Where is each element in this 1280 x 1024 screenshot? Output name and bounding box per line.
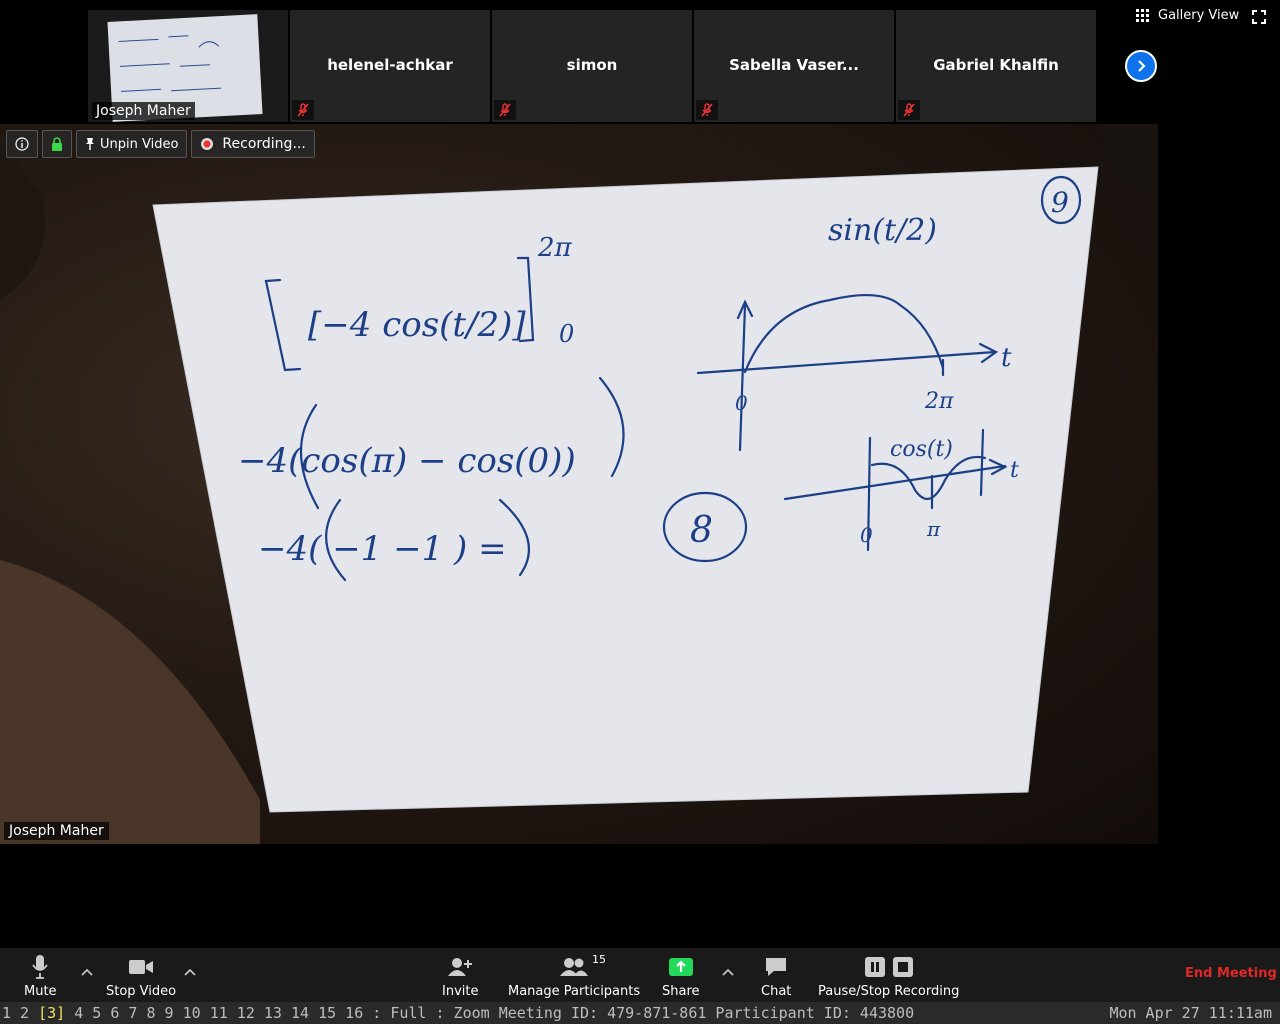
chat-button[interactable]: Chat (761, 952, 791, 999)
muted-mic-icon (494, 100, 516, 120)
muted-mic-icon (696, 100, 718, 120)
window-manager-status-bar: 1 2 [3] 4 5 6 7 8 9 10 11 12 13 14 15 16… (0, 1002, 1280, 1024)
share-screen-icon (668, 952, 694, 982)
participant-name: helenel-achkar (327, 56, 453, 74)
participant-count-badge: 15 (592, 953, 606, 966)
record-label: Pause/Stop Recording (818, 984, 960, 999)
whiteboard-video-frame: [−4 cos(t/2)] 2π 0 −4(cos(π) − cos(0)) −… (0, 124, 1158, 844)
meeting-info-button[interactable] (6, 130, 38, 158)
evaluation-step: −4(cos(π) − cos(0)) (238, 441, 576, 481)
graph2-axis-label: t (1010, 458, 1019, 483)
recording-label: Recording... (222, 136, 306, 152)
stop-video-button[interactable]: Stop Video (106, 952, 176, 999)
audio-options-caret[interactable] (77, 964, 97, 980)
video-camera-icon (128, 952, 154, 982)
invite-button[interactable]: Invite (442, 952, 478, 999)
chevron-up-icon (184, 968, 196, 976)
next-page-button[interactable] (1125, 50, 1157, 82)
participant-thumbnail-strip: Joseph Maher helenel-achkar simon Sabell… (0, 0, 1280, 124)
hand-silhouette (0, 560, 260, 844)
lock-icon (52, 136, 62, 151)
manage-participants-label: Manage Participants (508, 984, 641, 999)
unpin-video-label: Unpin Video (100, 136, 179, 152)
participant-tile[interactable]: helenel-achkar (290, 10, 490, 122)
background-object (0, 145, 45, 300)
participant-name: Sabella Vaser... (729, 56, 859, 74)
end-meeting-button[interactable]: End Meeting (1185, 966, 1277, 981)
chat-bubble-icon (764, 952, 788, 982)
recording-dot-icon (201, 138, 214, 150)
info-icon (15, 137, 29, 151)
chevron-up-icon (81, 968, 93, 976)
grid-icon (1136, 8, 1149, 22)
lower-limit: 0 (559, 320, 574, 348)
mute-button[interactable]: Mute (24, 952, 57, 999)
chevron-right-icon (1138, 60, 1146, 72)
graph2-title: cos(t) (890, 437, 953, 462)
self-tile-name: Joseph Maher (92, 102, 195, 120)
answer-value: 8 (690, 510, 713, 551)
share-screen-button[interactable]: Share (662, 952, 700, 999)
recording-indicator[interactable]: Recording... (191, 130, 315, 158)
workspace-list-post: 4 5 6 7 8 9 10 11 12 13 14 15 16 : Full … (65, 1004, 915, 1022)
invite-label: Invite (442, 984, 479, 999)
muted-mic-icon (292, 100, 314, 120)
muted-mic-icon (898, 100, 920, 120)
gallery-view-button[interactable]: Gallery View (1136, 8, 1239, 23)
main-video-feed: [−4 cos(t/2)] 2π 0 −4(cos(π) − cos(0)) −… (0, 124, 1158, 844)
stop-video-label: Stop Video (106, 984, 177, 999)
participant-tile[interactable]: Gabriel Khalfin (896, 10, 1096, 122)
microphone-icon (31, 952, 49, 982)
upper-limit: 2π (537, 233, 573, 263)
pause-icon (864, 957, 885, 977)
speaker-name-tag: Joseph Maher (4, 822, 109, 840)
meeting-controls-bar: Mute Stop Video Invite Manage Participan… (0, 948, 1280, 1002)
fullscreen-button[interactable] (1252, 9, 1266, 28)
manage-participants-button[interactable]: Manage Participants (508, 952, 640, 999)
workspace-list-pre[interactable]: 1 2 (2, 1004, 38, 1022)
unpin-video-button[interactable]: Unpin Video (76, 130, 188, 158)
arithmetic-step: −4( −1 −1 ) = (258, 529, 507, 569)
graph1-title: sin(t/2) (828, 213, 937, 248)
pin-icon (86, 138, 94, 150)
participant-tile[interactable]: simon (492, 10, 692, 122)
fullscreen-icon (1252, 10, 1266, 24)
chevron-up-icon (722, 968, 734, 976)
system-clock: Mon Apr 27 11:11am (1109, 1004, 1272, 1022)
background-object (1100, 124, 1158, 200)
video-toolbar: Unpin Video Recording... (6, 130, 315, 158)
paper-sheet (153, 167, 1098, 812)
mute-label: Mute (24, 984, 57, 999)
participant-tile[interactable]: Sabella Vaser... (694, 10, 894, 122)
participant-name: Gabriel Khalfin (933, 56, 1059, 74)
graph1-axis-label: t (1001, 343, 1012, 373)
graph2-end-label: π (926, 517, 941, 541)
graph1-end-label: 2π (924, 389, 954, 414)
stop-icon (892, 957, 913, 977)
integral-expression: [−4 cos(t/2)] (308, 305, 526, 345)
page-number: 9 (1051, 186, 1069, 219)
participants-icon (560, 952, 589, 982)
share-options-caret[interactable] (718, 964, 738, 980)
video-options-caret[interactable] (180, 964, 200, 980)
graph2-origin-label: 0 (860, 523, 873, 547)
share-label: Share (662, 984, 700, 999)
current-workspace[interactable]: [3] (38, 1004, 65, 1022)
graph1-origin-label: 0 (735, 391, 748, 415)
self-video-tile[interactable]: Joseph Maher (88, 10, 288, 122)
pause-stop-recording-button[interactable]: Pause/Stop Recording (818, 952, 959, 999)
participant-name: simon (566, 56, 618, 74)
encryption-button[interactable] (42, 130, 72, 158)
chat-label: Chat (761, 984, 792, 999)
gallery-view-label: Gallery View (1158, 8, 1240, 23)
add-user-icon (448, 952, 473, 982)
